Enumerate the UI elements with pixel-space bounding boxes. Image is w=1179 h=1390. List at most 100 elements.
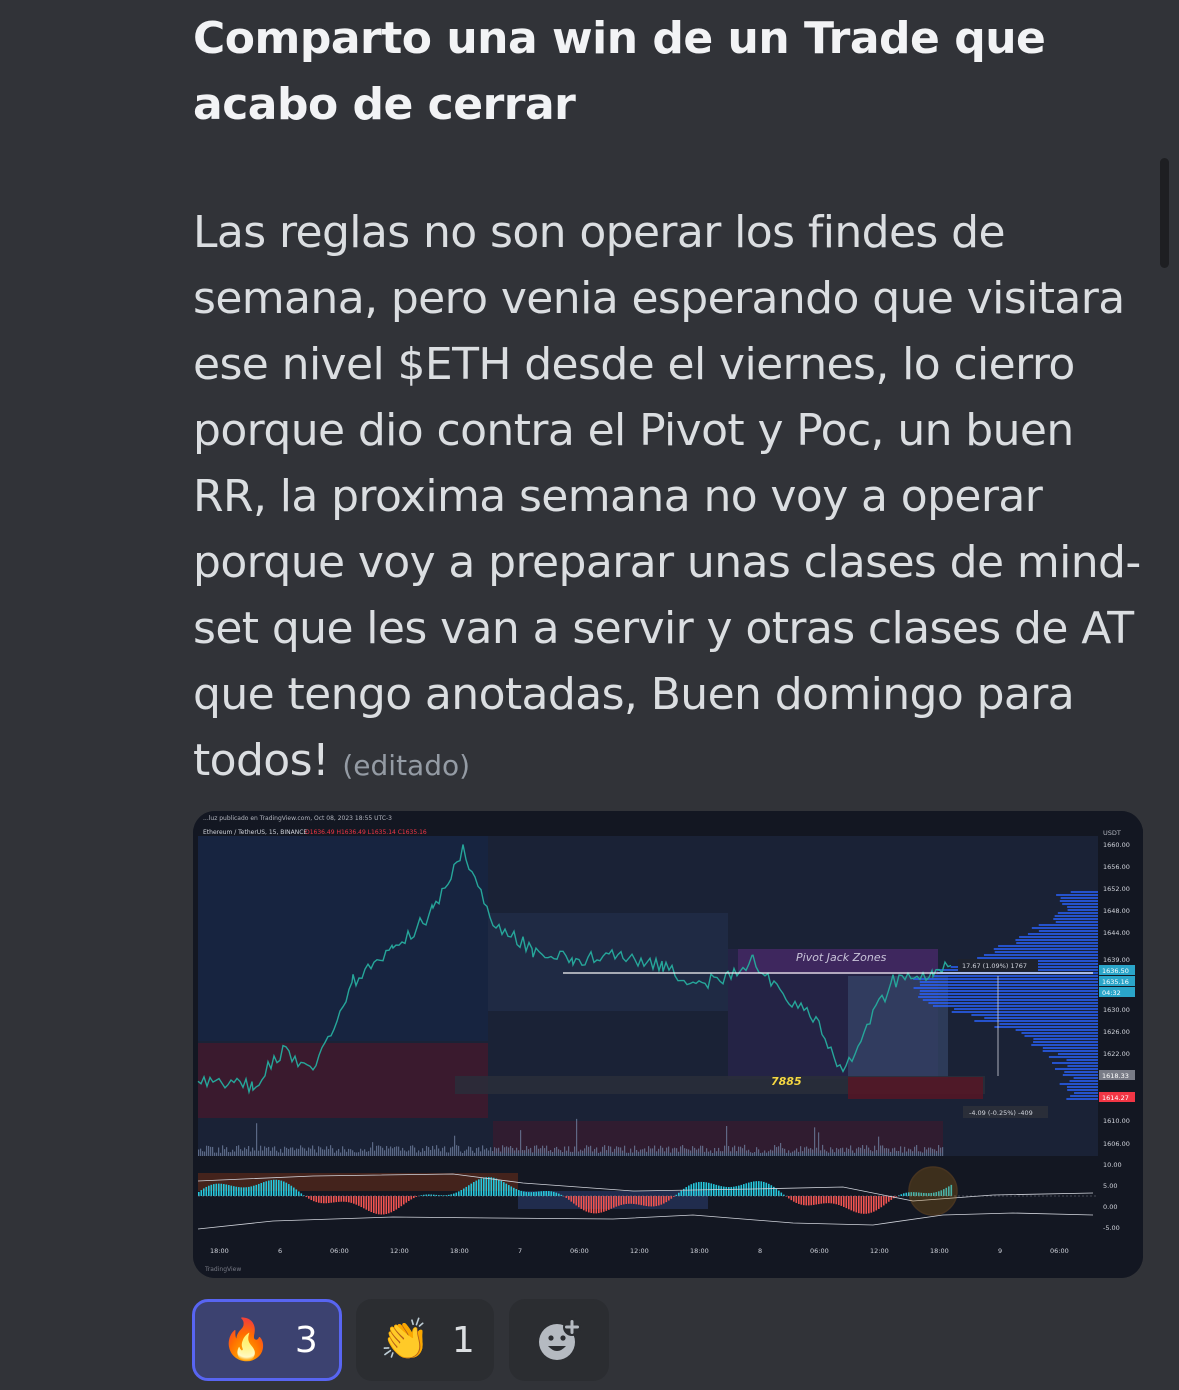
volume-bar [696, 1150, 697, 1156]
osc-bar [343, 1196, 345, 1202]
volume-bar [814, 1127, 815, 1156]
volume-bar [558, 1149, 559, 1156]
volume-bar [574, 1146, 575, 1156]
osc-bar [506, 1184, 508, 1196]
volume-bar [202, 1151, 203, 1156]
pivot-zone-label: Pivot Jack Zones [796, 951, 887, 964]
osc-bar [511, 1187, 513, 1196]
volume-bar [840, 1148, 841, 1156]
volume-bar [940, 1148, 941, 1156]
volume-bar [248, 1146, 249, 1156]
volume-bar [480, 1151, 481, 1156]
volume-bar [872, 1151, 873, 1156]
volume-bar [494, 1147, 495, 1156]
volume-bar [300, 1145, 301, 1156]
osc-bar [393, 1196, 395, 1211]
osc-bar [228, 1185, 230, 1196]
chart-image-attachment[interactable]: ...luz publicado en TradingView.com, Oct… [193, 811, 1143, 1278]
volume-bar [458, 1146, 459, 1156]
osc-bar [606, 1196, 608, 1211]
osc-bar [301, 1193, 303, 1196]
volume-bar [912, 1151, 913, 1156]
volume-bar [380, 1146, 381, 1156]
osc-bar [838, 1196, 840, 1205]
osc-bar [588, 1196, 590, 1212]
volume-bar [586, 1145, 587, 1156]
osc-bar [241, 1187, 243, 1196]
volume-bar [290, 1148, 291, 1156]
volume-bar [324, 1150, 325, 1156]
volume-bar [596, 1147, 597, 1156]
osc-bar [903, 1193, 905, 1196]
volume-bar [882, 1145, 883, 1156]
osc-bar [736, 1186, 738, 1196]
volume-bar [816, 1148, 817, 1156]
volume-bar [232, 1150, 233, 1156]
osc-bar [701, 1182, 703, 1196]
osc-bar [398, 1196, 400, 1208]
volume-bar [318, 1146, 319, 1156]
profile-bar [1067, 1089, 1098, 1091]
volume-bar [472, 1151, 473, 1156]
volume-bar [426, 1146, 427, 1156]
volume-bar [518, 1150, 519, 1156]
profile-bar [1066, 1098, 1098, 1100]
osc-bar [616, 1196, 618, 1207]
osc-bar [441, 1195, 443, 1196]
osc-tick: 0.00 [1103, 1203, 1117, 1211]
volume-bar [316, 1153, 317, 1156]
reaction-fire[interactable]: 🔥 3 [192, 1299, 342, 1381]
volume-bar [514, 1150, 515, 1156]
time-tick: 06:00 [570, 1247, 589, 1255]
volume-bar [520, 1130, 521, 1156]
volume-bar [550, 1150, 551, 1156]
volume-bar [932, 1149, 933, 1156]
profile-bar [1039, 924, 1098, 926]
volume-bar [276, 1151, 277, 1156]
osc-tick: -5.00 [1103, 1224, 1120, 1232]
osc-bar [413, 1196, 415, 1198]
volume-bar [678, 1152, 679, 1156]
volume-bar [560, 1150, 561, 1156]
osc-bar [836, 1196, 838, 1204]
volume-bar [344, 1149, 345, 1156]
profile-bar [1060, 900, 1098, 902]
volume-bar [746, 1150, 747, 1156]
volume-bar [866, 1145, 867, 1156]
volume-bar [710, 1150, 711, 1156]
volume-bar [412, 1145, 413, 1156]
profile-bar [984, 1017, 1098, 1019]
volume-bar [364, 1149, 365, 1156]
osc-bar [358, 1196, 360, 1206]
osc-bar [613, 1196, 615, 1208]
osc-bar [706, 1182, 708, 1196]
volume-bar [906, 1151, 907, 1156]
volume-bar [572, 1152, 573, 1156]
volume-bar [638, 1152, 639, 1156]
volume-bar [408, 1150, 409, 1156]
reaction-clap[interactable]: 👏 1 [356, 1299, 494, 1381]
osc-bar [503, 1182, 505, 1196]
volume-bar [778, 1146, 779, 1156]
volume-bar [626, 1153, 627, 1156]
scrollbar[interactable] [1160, 158, 1169, 268]
osc-bar [508, 1185, 510, 1196]
clapping-hands-icon: 👏 [380, 1320, 430, 1360]
volume-bar [218, 1147, 219, 1156]
osc-bar [641, 1196, 643, 1205]
osc-bar [573, 1196, 575, 1204]
volume-bar [702, 1146, 703, 1156]
profile-bar [971, 1014, 1098, 1016]
osc-bar [558, 1194, 560, 1196]
osc-bar [576, 1196, 578, 1205]
volume-bar [808, 1149, 809, 1156]
add-reaction-button[interactable] [509, 1299, 609, 1381]
osc-bar [408, 1196, 410, 1201]
volume-bar [612, 1152, 613, 1156]
osc-bar [878, 1196, 880, 1209]
volume-bar [608, 1146, 609, 1156]
price-tag: 1636.50 [1102, 967, 1129, 975]
volume-bar [350, 1149, 351, 1156]
volume-bar [802, 1151, 803, 1156]
volume-bar [330, 1145, 331, 1156]
